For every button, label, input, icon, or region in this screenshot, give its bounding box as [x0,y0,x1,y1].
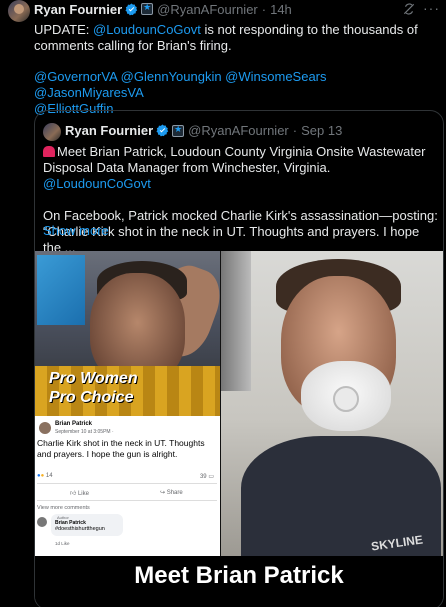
quote-handle[interactable]: @RyanAFournier [188,123,289,138]
mask-valve [333,386,359,412]
fb-like-label: Like [77,491,89,497]
quote-line-1: Meet Brian Patrick, Loudoun County Virgi… [43,144,426,175]
fb-avatar [39,422,51,434]
tweet[interactable]: Ryan Fournier @RyanAFournier · 14h ··· U… [0,0,446,607]
banner-text: Pro Women Pro Choice [49,369,138,407]
fb-like-button: 👍︎ Like [70,489,89,497]
fb-share-icon: ↪ [160,490,166,496]
fb-reaction-count: 14 [45,473,53,479]
quote-media[interactable]: Pro Women Pro Choice Brian Patrick Septe… [35,251,443,607]
fb-author-name: Brian Patrick [55,421,93,427]
facebook-post-screenshot: Brian Patrick September 10 at 3:05PM · C… [35,416,220,556]
caption-text: Meet Brian Patrick [134,562,344,589]
fb-comment-time: 1d Like [55,541,70,546]
siren-emoji-icon [43,146,55,157]
tweet-text: UPDATE: @LoudounCoGovt is not responding… [34,22,439,54]
quoted-tweet[interactable]: Ryan Fournier @RyanAFournier · Sep 13 Me… [34,110,444,607]
fb-view-more: View more comments [37,505,90,511]
tweet-time[interactable]: 14h [270,2,292,17]
banner-line-2: Pro Choice [49,389,134,406]
fb-thumb-icon: 👍︎ [70,491,77,497]
caption-bar: Meet Brian Patrick [35,556,443,607]
fb-share-button: ↪ Share [160,489,183,496]
author-handle[interactable]: @RyanAFournier [157,2,258,17]
quote-date[interactable]: Sep 13 [301,123,342,138]
doorframe [221,251,251,391]
quote-header: Ryan Fournier @RyanAFournier · Sep 13 [65,123,342,138]
mentions-line-1[interactable]: @GovernorVA @GlennYoungkin @WinsomeSears… [34,69,439,101]
show-more-link[interactable]: Show more [43,223,109,238]
calendar-poster [37,255,85,325]
quote-author-name[interactable]: Ryan Fournier [65,123,153,138]
fb-divider [37,500,217,501]
quote-mention-link[interactable]: @LoudounCoGovt [43,176,151,191]
fb-share-label: Share [166,490,183,496]
fb-post-text: Charlie Kirk shot in the neck in UT. Tho… [37,438,205,459]
mention-link[interactable]: @LoudounCoGovt [93,22,201,37]
banner-line-1: Pro Women [49,370,138,387]
more-options-icon[interactable]: ··· [423,0,440,16]
selfie-photo: Pro Women Pro Choice [35,251,220,416]
affiliate-badge-icon [172,124,185,137]
fb-comment-text: #doesthishurtthegun [55,526,105,532]
grok-icon[interactable] [402,2,416,16]
separator-dot: · [261,1,267,17]
author-avatar[interactable] [8,0,30,22]
fb-post-date: September 10 at 3:05PM · [55,429,114,435]
fb-comment-icon: ▭ [208,474,214,480]
mask-photo: SKYLINE [221,251,443,556]
fb-reactions: ●● 14 [37,473,53,479]
fb-comment-count: 39 ▭ [200,473,214,480]
verified-badge-icon [125,3,138,15]
fb-divider [37,483,217,484]
fb-count-value: 39 [199,474,207,480]
verified-badge-icon [156,124,169,137]
quote-text: Meet Brian Patrick, Loudoun County Virgi… [43,144,438,256]
quote-author-avatar[interactable] [43,123,61,141]
collage-left: Pro Women Pro Choice Brian Patrick Septe… [35,251,220,556]
fb-haha-reaction-icon: ● [40,473,45,479]
author-name[interactable]: Ryan Fournier [34,2,122,17]
affiliate-badge-icon [141,2,154,15]
separator-dot: · [292,123,298,138]
tweet-text-prefix: UPDATE: [34,22,93,37]
tweet-header: Ryan Fournier @RyanAFournier · 14h [34,1,292,17]
fb-comment-avatar [37,517,47,527]
